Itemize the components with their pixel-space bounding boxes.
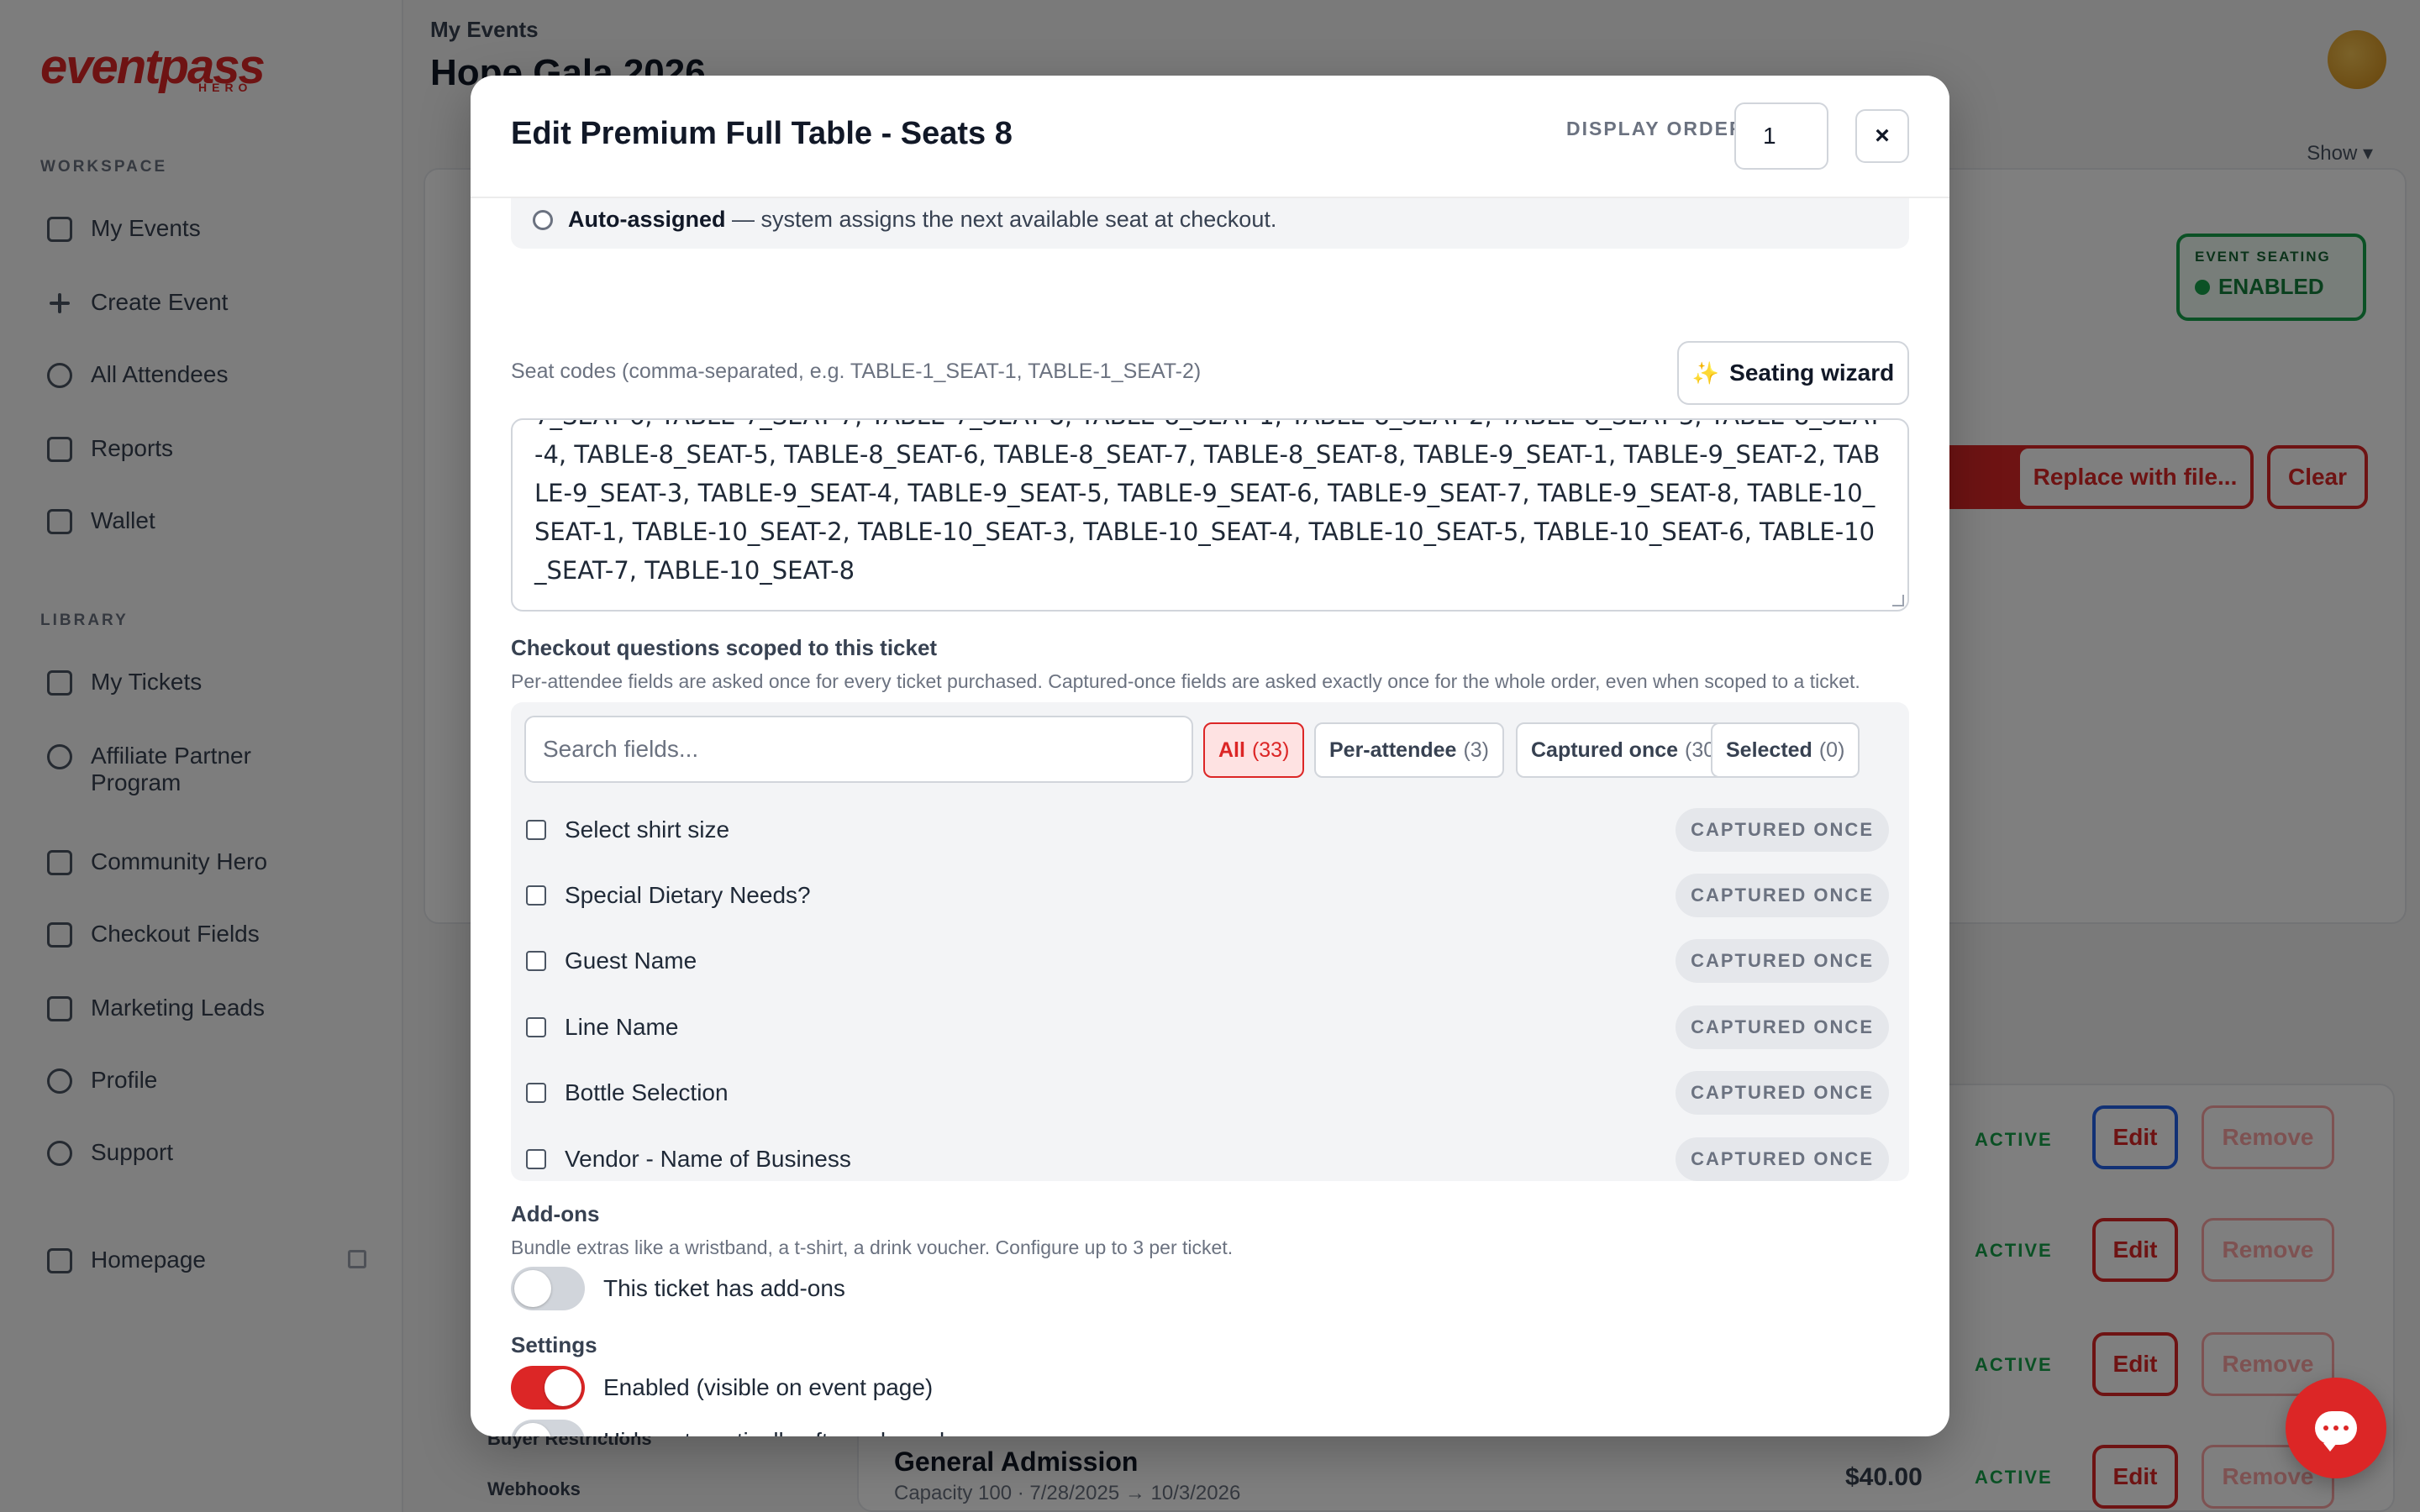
chat-button[interactable] <box>2286 1378 2386 1478</box>
filter-chip-per-attendee[interactable]: Per-attendee (3) <box>1314 722 1505 778</box>
modal-header: Edit Premium Full Table - Seats 8 DISPLA… <box>471 76 1949 198</box>
filter-chip-all[interactable]: All (33) <box>1203 722 1305 778</box>
field-name: Special Dietary Needs? <box>565 882 811 908</box>
seat-codes-text: 7_SEAT-6, TABLE-7_SEAT-7, TABLE-7_SEAT-8… <box>534 420 1882 585</box>
field-row[interactable]: Select shirt size CAPTURED ONCE <box>524 805 1896 855</box>
filter-chip-count: (0) <box>1818 738 1845 762</box>
close-icon: × <box>1875 122 1890 150</box>
field-name: Vendor - Name of Business <box>565 1146 851 1172</box>
field-type-badge: CAPTURED ONCE <box>1676 874 1889 917</box>
display-order-input[interactable] <box>1734 102 1828 170</box>
field-checkbox[interactable] <box>526 1017 546 1037</box>
field-name: Bottle Selection <box>565 1079 729 1105</box>
sparkles-icon: ✨ <box>1691 360 1720 386</box>
seating-wizard-label: Seating wizard <box>1729 360 1895 386</box>
modal-title: Edit Premium Full Table - Seats 8 <box>511 116 1013 151</box>
seating-wizard-button[interactable]: ✨ Seating wizard <box>1677 341 1909 405</box>
checkout-questions-description: Per-attendee fields are asked once for e… <box>511 670 1860 692</box>
field-row[interactable]: Vendor - Name of Business CAPTURED ONCE <box>524 1134 1896 1181</box>
enabled-toggle-row[interactable]: Enabled (visible on event page) <box>511 1366 933 1410</box>
radio-label-rest: — system assigns the next available seat… <box>725 207 1277 232</box>
chat-icon <box>2315 1411 2357 1452</box>
chat-dot <box>2333 1425 2338 1431</box>
field-type-badge: CAPTURED ONCE <box>1676 1137 1889 1181</box>
close-button[interactable]: × <box>1855 109 1909 163</box>
field-row[interactable]: Bottle Selection CAPTURED ONCE <box>524 1068 1896 1118</box>
chat-dot <box>2323 1425 2328 1431</box>
modal-body[interactable]: Auto-assigned — system assigns the next … <box>471 198 1949 1436</box>
field-name: Line Name <box>565 1014 679 1040</box>
chat-dot <box>2344 1425 2349 1431</box>
display-order-label: DISPLAY ORDER <box>1566 118 1745 139</box>
edit-ticket-modal: Edit Premium Full Table - Seats 8 DISPLA… <box>471 76 1949 1436</box>
field-checkbox[interactable] <box>526 1083 546 1103</box>
field-checkbox[interactable] <box>526 951 546 971</box>
seat-codes-label: Seat codes (comma-separated, e.g. TABLE-… <box>511 360 1202 383</box>
enabled-toggle-label: Enabled (visible on event page) <box>603 1374 934 1400</box>
checkout-fields-panel: All(33) Per-attendee(3) Captured once(30… <box>511 702 1909 1181</box>
addons-toggle[interactable] <box>511 1267 585 1310</box>
field-type-badge: CAPTURED ONCE <box>1676 1071 1889 1115</box>
field-checkbox[interactable] <box>526 820 546 840</box>
filter-chip-count: (33) <box>1251 738 1290 762</box>
search-fields-input[interactable] <box>524 716 1193 783</box>
filter-chip-label: Per-attendee <box>1329 738 1457 762</box>
settings-heading: Settings <box>511 1332 597 1357</box>
filter-chip-captured-once[interactable]: Captured once (30) <box>1516 722 1738 778</box>
addons-toggle-row[interactable]: This ticket has add-ons <box>511 1267 845 1310</box>
field-row[interactable]: Special Dietary Needs? CAPTURED ONCE <box>524 870 1896 921</box>
checkout-questions-heading: Checkout questions scoped to this ticket <box>511 635 938 660</box>
addons-description: Bundle extras like a wristband, a t-shir… <box>511 1236 1234 1258</box>
enabled-toggle[interactable] <box>511 1366 585 1410</box>
radio-auto-assigned[interactable]: Auto-assigned — system assigns the next … <box>533 207 1276 233</box>
field-type-badge: CAPTURED ONCE <box>1676 1005 1889 1049</box>
filter-chip-label: All <box>1218 738 1245 762</box>
addons-toggle-label: This ticket has add-ons <box>603 1275 845 1301</box>
filter-chip-label: Selected <box>1726 738 1812 762</box>
hide-after-sale-toggle-row[interactable]: Hide automatically after sale ends <box>511 1420 956 1436</box>
filter-chip-selected[interactable]: Selected (0) <box>1711 722 1860 778</box>
radio-label-bold: Auto-assigned <box>568 207 726 232</box>
field-row[interactable]: Line Name CAPTURED ONCE <box>524 1002 1896 1053</box>
hide-after-sale-toggle-label: Hide automatically after sale ends <box>603 1428 956 1436</box>
addons-heading: Add-ons <box>511 1201 600 1226</box>
field-checkbox[interactable] <box>526 885 546 906</box>
field-row[interactable]: Guest Name CAPTURED ONCE <box>524 936 1896 986</box>
field-type-badge: CAPTURED ONCE <box>1676 808 1889 852</box>
field-type-badge: CAPTURED ONCE <box>1676 939 1889 983</box>
radio-label: Auto-assigned — system assigns the next … <box>568 207 1276 233</box>
radio-circle-icon[interactable] <box>533 209 553 230</box>
resize-handle-icon[interactable] <box>1892 595 1904 606</box>
filter-chip-label: Captured once <box>1531 738 1679 762</box>
filter-chip-count: (3) <box>1463 738 1490 762</box>
field-checkbox[interactable] <box>526 1149 546 1169</box>
seat-codes-textarea[interactable]: 7_SEAT-6, TABLE-7_SEAT-7, TABLE-7_SEAT-8… <box>511 418 1909 612</box>
field-name: Guest Name <box>565 948 697 974</box>
seat-assignment-panel: Auto-assigned — system assigns the next … <box>511 198 1909 249</box>
field-name: Select shirt size <box>565 816 730 843</box>
hide-after-sale-toggle[interactable] <box>511 1420 585 1436</box>
